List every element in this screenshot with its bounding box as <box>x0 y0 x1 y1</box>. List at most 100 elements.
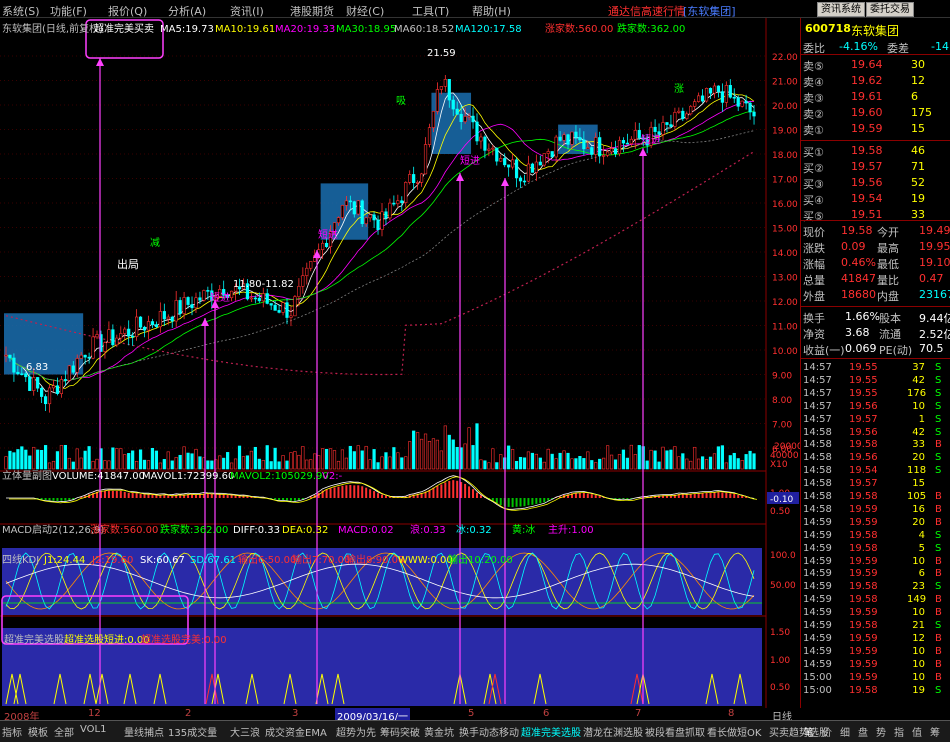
candle <box>79 354 83 359</box>
tick-price: 19.59 <box>849 516 878 528</box>
candle <box>392 202 396 205</box>
right-tab-3[interactable]: 盘 <box>858 724 868 739</box>
ask-label: 卖② <box>803 108 824 121</box>
vol-bar <box>455 446 459 470</box>
stock-code: 600718 <box>805 22 851 35</box>
vol-bar <box>625 457 629 470</box>
candle <box>479 136 483 142</box>
news-button[interactable]: 资讯系统 <box>817 2 865 17</box>
vol-bar <box>677 456 681 470</box>
tick-price: 19.56 <box>849 426 878 438</box>
indicator-tab-2[interactable]: 全部 <box>54 724 74 739</box>
kdj-o2: 输出7:70.00 <box>292 553 350 566</box>
tick-volume: 15 <box>912 478 925 490</box>
indicator-tab-16[interactable]: 买卖趋势选股 <box>769 724 829 739</box>
candle <box>625 142 629 145</box>
vol-bar <box>269 461 273 470</box>
candle <box>12 357 16 373</box>
indicator-tab-7[interactable]: 成交资金EMA <box>265 724 327 739</box>
candle <box>570 131 574 145</box>
vol-bar <box>261 460 265 470</box>
candle <box>376 219 380 230</box>
macd-up: 涨家数:560.00 <box>90 523 158 536</box>
right-tab-6[interactable]: 值 <box>912 724 922 739</box>
vol-bar <box>309 459 313 470</box>
promo-text[interactable]: 通达信高速行情 <box>608 3 685 19</box>
indicator-tab-14[interactable]: 被段看盘抓取 <box>645 724 705 739</box>
candle <box>586 147 590 150</box>
macd-diff: DIFF:0.33 <box>233 525 280 536</box>
candle <box>633 130 637 140</box>
vol-bar <box>554 458 558 470</box>
candle <box>416 182 420 184</box>
vol-bar <box>728 455 732 470</box>
vol-bar <box>91 460 95 470</box>
candle <box>154 324 159 328</box>
vol-bar <box>158 462 162 470</box>
indicator-tab-1[interactable]: 模板 <box>28 724 48 739</box>
indicator-tab-11[interactable]: 换手动态移动 <box>459 724 519 739</box>
candle <box>744 100 748 104</box>
price-tick: 16.00 <box>772 200 798 210</box>
indicator-tab-10[interactable]: 黄金坑 <box>424 724 454 739</box>
tick-volume: 1 <box>918 413 925 425</box>
candle <box>135 316 139 337</box>
vol-bar <box>724 462 728 470</box>
bid-label: 买③ <box>803 178 824 191</box>
indicator-tab-4[interactable]: 量线捕点 <box>124 724 164 739</box>
vol-bar <box>111 447 115 470</box>
indicator-tab-0[interactable]: 指标 <box>2 724 22 739</box>
indicator-tab-15[interactable]: 看长做短OK <box>707 724 761 739</box>
menu-item-0[interactable]: 系统(S) <box>2 3 40 19</box>
tick-volume: 105 <box>907 491 927 502</box>
vol-bar <box>135 460 139 470</box>
vol-bar <box>550 453 554 470</box>
vol-bar <box>471 445 475 470</box>
macd-a: 浪:0.33 <box>410 523 446 536</box>
right-tab-4[interactable]: 势 <box>876 724 886 739</box>
candle <box>111 329 115 346</box>
menu-item-6[interactable]: 财经(C) <box>346 3 384 19</box>
sel-a: 超准选股短进:0.00 <box>64 633 150 646</box>
indicator-tab-9[interactable]: 筹码突破 <box>380 724 420 739</box>
tick-side: S <box>935 387 942 399</box>
stat-value: 19.95 <box>919 240 950 253</box>
right-tab-7[interactable]: 筹 <box>930 724 940 739</box>
indicator-tab-8[interactable]: 超势为先 <box>336 724 376 739</box>
candle <box>368 214 372 219</box>
vol-bar <box>32 446 36 470</box>
menu-item-4[interactable]: 资讯(I) <box>230 3 264 19</box>
trade-button[interactable]: 委托交易 <box>866 2 914 17</box>
candle <box>293 296 297 317</box>
menu-item-3[interactable]: 分析(A) <box>168 3 206 19</box>
indicator-tab-3[interactable]: VOL1 <box>80 724 106 735</box>
candle <box>740 100 744 107</box>
indicator-tab-5[interactable]: 135成交量 <box>168 724 217 739</box>
right-tab-2[interactable]: 细 <box>840 724 850 739</box>
menu-item-8[interactable]: 帮助(H) <box>472 3 511 19</box>
candle <box>127 328 131 337</box>
vol-bar <box>653 450 657 470</box>
kline-chart-area[interactable]: 22.00 21.00 20.00 19.00 18.00 17.00 16.00 15.00… <box>0 18 800 708</box>
candle <box>700 95 705 102</box>
tick-time: 14:58 <box>803 439 832 451</box>
right-tab-5[interactable]: 指 <box>894 724 904 739</box>
tick-side: S <box>935 452 942 464</box>
weibi-value: -4.16% <box>839 40 878 53</box>
indicator-tab-12[interactable]: 超准完美选股 <box>521 724 581 739</box>
menu-item-5[interactable]: 港股期货 <box>290 3 334 19</box>
menu-item-2[interactable]: 报价(Q) <box>108 3 147 19</box>
right-tab-1[interactable]: 价 <box>822 724 832 739</box>
right-tab-0[interactable]: 笔 <box>804 724 814 739</box>
tick-time: 14:58 <box>803 452 832 464</box>
menu-item-7[interactable]: 工具(T) <box>412 3 449 19</box>
indicator-tab-6[interactable]: 大三浪 <box>230 724 260 739</box>
price-tick: 13.00 <box>772 274 798 284</box>
vol-bar <box>412 430 416 470</box>
vol-bar <box>681 453 685 470</box>
menu-item-1[interactable]: 功能(F) <box>50 3 87 19</box>
candle <box>602 155 606 157</box>
indicator-tab-13[interactable]: 潜龙在渊选股 <box>583 724 643 739</box>
tick-time: 14:57 <box>803 413 832 425</box>
time-tick-5: 5 <box>468 708 475 719</box>
